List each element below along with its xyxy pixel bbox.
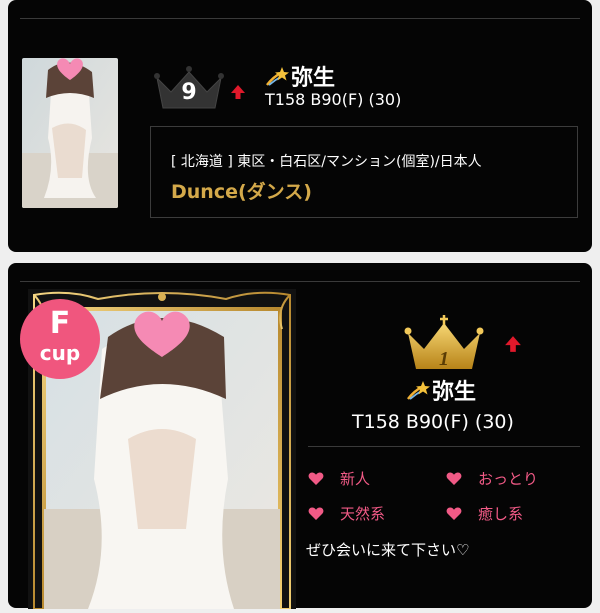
tag-item: 天然系 [308,503,385,524]
cast-stats: T158 B90(F) (30) [352,411,514,433]
rank-number: 1 [439,348,449,370]
heart-icon [446,472,462,485]
ranking-card[interactable]: F cup 1 弥生 T158 B90(F) (30) 新人 おっとり 天然系 … [8,263,592,611]
shooting-star-icon [266,67,289,86]
tag-item: おっとり [446,468,538,489]
tag-item: 新人 [308,468,370,489]
shop-name-link[interactable]: Dunce(ダンス) [171,177,312,204]
shop-info-box[interactable]: [ 北海道 ] 東区・白石区/マンション(個室)/日本人 Dunce(ダンス) [150,126,578,218]
shooting-star-icon [407,381,430,400]
location-text: [ 北海道 ] 東区・白石区/マンション(個室)/日本人 [171,154,482,170]
divider [20,18,580,19]
heart-icon [308,507,324,520]
profile-photo[interactable] [22,58,118,208]
heart-icon [446,507,462,520]
ranking-card[interactable]: 9 弥生 T158 B90(F) (30) [ 北海道 ] 東区・白石区/マンシ… [8,0,592,252]
cast-name[interactable]: 弥生 [406,374,476,406]
cast-message: ぜひ会いに来て下さい♡ [306,541,470,559]
cast-name[interactable]: 弥生 [265,60,335,92]
divider [20,281,580,282]
cup-size-badge: F cup [20,299,100,379]
crown-icon: 1 [404,315,484,370]
tag-item: 癒し系 [446,503,523,524]
up-arrow-icon [231,85,245,99]
cast-stats: T158 B90(F) (30) [265,90,402,109]
divider [308,446,580,447]
up-arrow-icon [505,336,521,352]
heart-icon [308,472,324,485]
rank-number: 9 [181,80,197,105]
